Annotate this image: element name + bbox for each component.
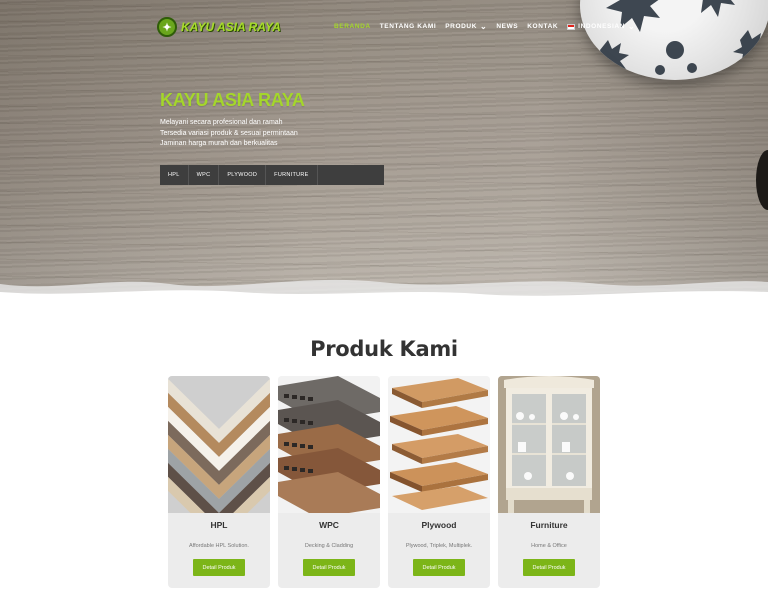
detail-produk-button[interactable]: Detail Produk xyxy=(523,559,575,576)
product-desc: Decking & Cladding xyxy=(304,543,354,549)
product-card-furniture: Furniture Home & Office Detail Produk xyxy=(498,376,600,588)
product-desc: Home & Office xyxy=(531,543,567,549)
product-name: WPC xyxy=(319,520,339,530)
indonesia-flag-icon xyxy=(567,23,576,30)
product-desc: Affordable HPL Solution. xyxy=(189,543,249,549)
logo-text: KAYU ASIA RAYA xyxy=(181,20,281,34)
hpl-sheets-image xyxy=(168,376,270,513)
nav-label: KONTAK xyxy=(527,23,559,30)
nav-label: PRODUK xyxy=(445,23,478,30)
nav-label: INDONESIAN xyxy=(578,23,625,30)
logo[interactable]: ✦ KAYU ASIA RAYA xyxy=(157,17,281,37)
nav-item-tentang-kami[interactable]: TENTANG KAMI xyxy=(380,23,437,30)
decorative-object xyxy=(756,150,768,210)
product-card-wpc: WPC Decking & Cladding Detail Produk xyxy=(278,376,380,588)
nav-item-beranda[interactable]: BERANDA xyxy=(334,23,371,30)
product-name: HPL xyxy=(210,520,228,530)
detail-produk-button[interactable]: Detail Produk xyxy=(193,559,245,576)
nav-label: BERANDA xyxy=(334,23,371,30)
hero-title: KAYU ASIA RAYA xyxy=(160,90,305,110)
product-name: Plywood xyxy=(421,520,457,530)
plywood-stack-image xyxy=(388,376,490,513)
detail-produk-button[interactable]: Detail Produk xyxy=(303,559,355,576)
hero-banner: ✦ KAYU ASIA RAYA BERANDA TENTANG KAMI PR… xyxy=(0,0,768,300)
page: ✦ KAYU ASIA RAYA BERANDA TENTANG KAMI PR… xyxy=(0,0,768,614)
tab-hpl[interactable]: HPL xyxy=(160,165,189,185)
chevron-down-icon: ⌄ xyxy=(627,21,636,31)
nav-item-produk[interactable]: PRODUK ⌄ xyxy=(445,21,488,31)
nav-item-kontak[interactable]: KONTAK xyxy=(527,23,558,30)
chevron-down-icon: ⌄ xyxy=(480,21,488,31)
hero-taglines: Melayani secara profesional dan ramah Te… xyxy=(160,118,298,150)
product-grid: HPL Affordable HPL Solution. Detail Prod… xyxy=(168,376,600,588)
hero-line: Melayani secara profesional dan ramah xyxy=(160,119,283,126)
section-title: Produk Kami xyxy=(310,337,458,361)
detail-produk-button[interactable]: Detail Produk xyxy=(413,559,465,576)
main-nav: BERANDA TENTANG KAMI PRODUK ⌄ NEWS KONTA… xyxy=(334,21,644,31)
product-card-hpl: HPL Affordable HPL Solution. Detail Prod… xyxy=(168,376,270,588)
wpc-decking-image xyxy=(278,376,380,513)
logo-icon: ✦ xyxy=(157,17,177,37)
decorative-vase-image xyxy=(580,0,768,80)
nav-label: NEWS xyxy=(496,23,519,30)
hero-category-tabs: HPL WPC PLYWOOD FURNITURE xyxy=(160,165,384,185)
product-desc: Plywood, Triplek, Multiplek. xyxy=(405,543,473,549)
tab-wpc[interactable]: WPC xyxy=(189,165,220,185)
nav-label: TENTANG KAMI xyxy=(379,23,437,30)
hero-line: Jaminan harga murah dan berkualitas xyxy=(160,140,278,147)
language-selector[interactable]: INDONESIAN ⌄ xyxy=(567,21,636,31)
cabinet-image xyxy=(498,376,600,513)
tab-furniture[interactable]: FURNITURE xyxy=(266,165,318,185)
hero-line: Tersedia variasi produk & sesuai permint… xyxy=(160,129,298,137)
product-card-plywood: Plywood Plywood, Triplek, Multiplek. Det… xyxy=(388,376,490,588)
nav-item-news[interactable]: NEWS xyxy=(496,23,518,30)
wave-divider xyxy=(0,279,768,322)
tab-plywood[interactable]: PLYWOOD xyxy=(219,165,267,185)
product-name: Furniture xyxy=(530,520,568,530)
